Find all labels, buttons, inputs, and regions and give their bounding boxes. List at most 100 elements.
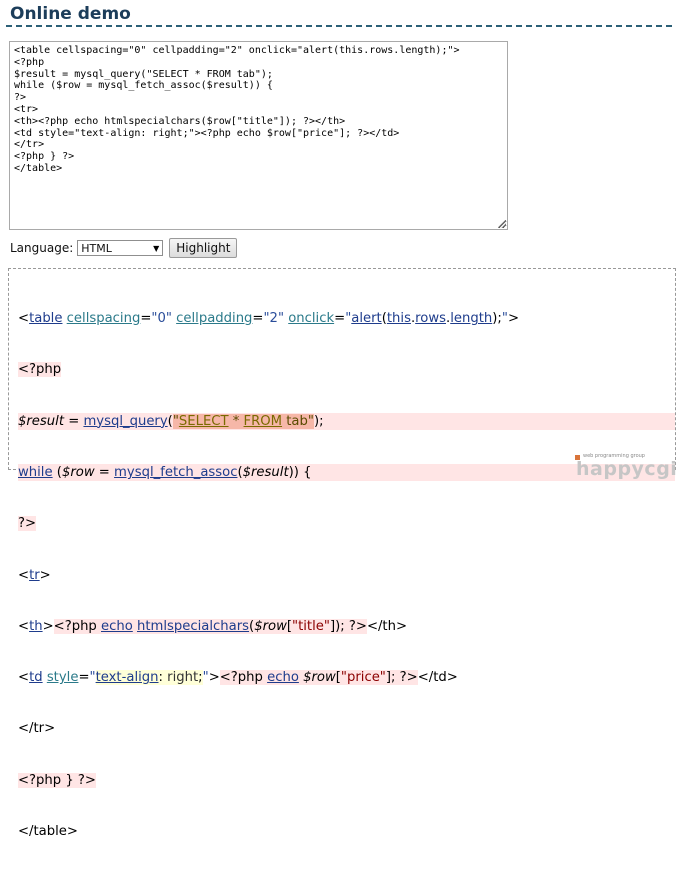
code-line: $result = mysql_query("SELECT * FROM tab… <box>18 412 675 430</box>
highlight-button[interactable]: Highlight <box>169 238 238 258</box>
code-line: <?php <box>18 361 675 378</box>
sql-text: * <box>228 413 244 429</box>
equals: = <box>78 670 90 686</box>
attr-name: onclick <box>288 311 335 327</box>
code-line: <td style="text-align: right;"><?php ech… <box>18 669 675 686</box>
attr-name: cellpadding <box>176 311 253 327</box>
tag-end: </tr> <box>18 721 56 737</box>
code-line: ?> <box>18 515 675 532</box>
editor-line: <table cellspacing="0" cellpadding="2" o… <box>14 45 460 56</box>
operator: = <box>94 465 115 481</box>
highlighted-output-panel: <table cellspacing="0" cellpadding="2" o… <box>8 268 676 839</box>
editor-line: $result = mysql_query("SELECT * FROM tab… <box>14 68 273 80</box>
highlight-controls: Language: HTML ▼ Highlight <box>10 238 238 258</box>
editor-line: </table> <box>14 162 63 174</box>
paren: ( <box>52 465 62 481</box>
sql-string: "SELECT * FROM tab" <box>172 413 314 429</box>
css-value: right <box>167 670 199 686</box>
paren: )) { <box>288 465 312 481</box>
attr-value: "2" <box>263 311 285 327</box>
php-open-tag: <?php <box>18 362 62 378</box>
sql-keyword: FROM <box>243 413 283 429</box>
tag-end: </table> <box>18 824 78 839</box>
php-block: <?php echo $row["price"]; ?> <box>219 670 418 686</box>
tag-name: table <box>29 311 63 327</box>
tag-close: > <box>208 670 220 686</box>
editor-line: while ($row = mysql_fetch_assoc($result)… <box>14 80 273 92</box>
php-open-tag: <?php <box>53 618 101 634</box>
editor-line: ?> <box>14 92 27 104</box>
attr-value: "0" <box>151 311 172 327</box>
equals: = <box>140 311 152 327</box>
php-close-tag: ?> <box>395 670 418 686</box>
editor-line: </tr> <box>14 139 45 151</box>
editor-line: <th><?php echo htmlspecialchars($row["ti… <box>14 115 346 127</box>
php-block: <?php } ?> <box>18 772 96 788</box>
resize-grip-icon[interactable] <box>498 220 506 228</box>
js-property: rows <box>415 311 447 327</box>
sql-keyword: SELECT <box>178 413 229 429</box>
sql-text: tab <box>282 413 308 429</box>
js-property: length <box>450 311 493 327</box>
css-property: text-align <box>95 670 159 686</box>
logo-wordmark: happycgi <box>576 458 676 480</box>
php-variable: $row <box>254 618 287 634</box>
php-keyword: echo <box>267 670 299 686</box>
editor-line: <?php <box>14 56 45 68</box>
code-line: <th><?php echo htmlspecialchars($row["ti… <box>18 618 675 635</box>
php-close-tag: ?> <box>344 618 367 634</box>
language-label: Language: <box>10 241 74 255</box>
code-line: <tr> <box>18 567 675 584</box>
php-variable: $result <box>242 465 289 481</box>
tag-name: th <box>29 618 43 634</box>
attr-name: cellspacing <box>66 311 141 327</box>
operator: = <box>64 413 84 429</box>
php-open-tag: <?php <box>219 670 268 686</box>
js-function: alert <box>351 311 382 327</box>
php-string: "price" <box>340 670 386 686</box>
tag-open: < <box>18 618 30 634</box>
colon: : <box>158 670 168 686</box>
php-keyword: echo <box>101 618 133 634</box>
php-function: mysql_fetch_assoc <box>114 465 238 481</box>
php-close-tag: ?> <box>18 516 37 532</box>
page-title: Online demo <box>10 4 131 24</box>
code-line: </table> <box>18 823 675 840</box>
code-input-textarea[interactable]: <table cellspacing="0" cellpadding="2" o… <box>9 41 508 230</box>
tag-end: </th> <box>366 618 408 634</box>
happycgi-logo: web programming group happycgi <box>575 453 676 483</box>
code-line: <?php } ?> <box>18 772 675 789</box>
bracket: ]; <box>385 670 396 686</box>
php-function: htmlspecialchars <box>137 618 250 634</box>
php-string: "title" <box>292 618 330 634</box>
editor-line: <?php } ?> <box>14 151 75 163</box>
tag-open: < <box>18 670 30 686</box>
tag-open: < <box>18 567 30 583</box>
chevron-down-icon: ▼ <box>153 243 160 253</box>
js-keyword: this <box>386 311 411 327</box>
code-line: <table cellspacing="0" cellpadding="2" o… <box>18 310 675 327</box>
php-variable: $result <box>18 413 64 429</box>
title-divider <box>6 25 672 27</box>
php-block: <?php echo htmlspecialchars($row["title"… <box>53 618 367 634</box>
tag-name: td <box>29 670 43 686</box>
tag-close: > <box>42 618 54 634</box>
editor-line: <td style="text-align: right;"><?php ech… <box>14 127 400 139</box>
editor-line: <tr> <box>14 103 39 115</box>
code-line: </tr> <box>18 720 675 737</box>
tag-name: tr <box>29 567 40 583</box>
language-select-value: HTML <box>81 241 112 255</box>
language-select[interactable]: HTML ▼ <box>77 240 164 256</box>
equals: = <box>334 311 346 327</box>
php-variable: $row <box>303 670 336 686</box>
paren: ); <box>313 413 324 429</box>
tag-end: </td> <box>417 670 458 686</box>
php-variable: $row <box>61 465 95 481</box>
highlighted-code: <table cellspacing="0" cellpadding="2" o… <box>18 276 675 874</box>
php-function: mysql_query <box>83 413 168 429</box>
attr-name: style <box>46 670 79 686</box>
css-block: text-align: right; <box>95 670 203 686</box>
paren: ); <box>492 311 502 327</box>
php-keyword: while <box>18 465 53 481</box>
bracket: ]); <box>329 618 345 634</box>
